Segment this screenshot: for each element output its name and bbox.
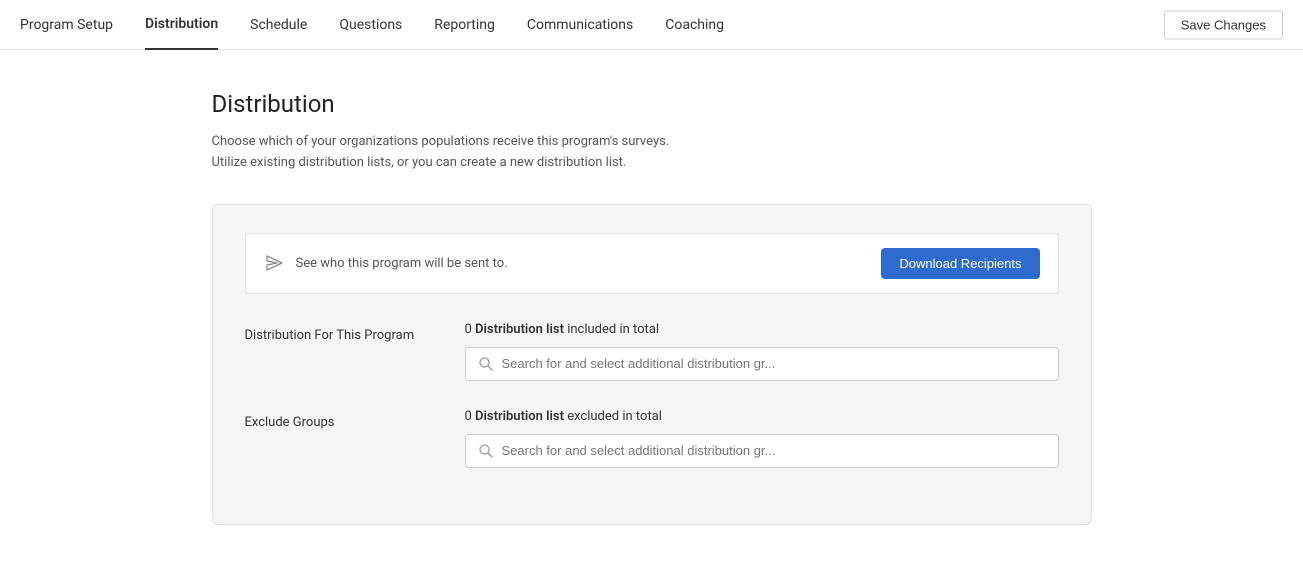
top-navigation: Program Setup Distribution Schedule Ques… (0, 0, 1303, 50)
exclude-section-content: 0 Distribution list excluded in total (465, 409, 1059, 468)
main-content: Distribution Choose which of your organi… (152, 50, 1152, 565)
distribution-search-wrapper[interactable] (465, 347, 1059, 381)
nav-communications[interactable]: Communications (527, 1, 633, 49)
download-row-text: See who this program will be sent to. (296, 256, 882, 271)
distribution-card: See who this program will be sent to. Do… (212, 204, 1092, 525)
exclude-section-row: Exclude Groups 0 Distribution list exclu… (245, 409, 1059, 468)
distribution-search-input[interactable] (502, 356, 1046, 371)
nav-schedule[interactable]: Schedule (250, 1, 307, 49)
nav-program-setup[interactable]: Program Setup (20, 1, 113, 49)
nav-reporting[interactable]: Reporting (434, 1, 495, 49)
download-recipients-button[interactable]: Download Recipients (881, 248, 1039, 279)
distribution-search-icon (478, 356, 494, 372)
distribution-count-label: 0 Distribution list included in total (465, 322, 1059, 337)
exclude-search-input[interactable] (502, 443, 1046, 458)
page-title: Distribution (212, 90, 1092, 118)
page-description: Choose which of your organizations popul… (212, 132, 1092, 174)
distribution-section-row: Distribution For This Program 0 Distribu… (245, 322, 1059, 381)
download-recipients-row: See who this program will be sent to. Do… (245, 233, 1059, 294)
save-changes-button[interactable]: Save Changes (1164, 10, 1283, 39)
nav-coaching[interactable]: Coaching (665, 1, 724, 49)
nav-questions[interactable]: Questions (339, 1, 402, 49)
exclude-section-label: Exclude Groups (245, 409, 465, 430)
exclude-count-label: 0 Distribution list excluded in total (465, 409, 1059, 424)
distribution-section-label: Distribution For This Program (245, 322, 465, 343)
send-icon (264, 253, 284, 273)
exclude-search-wrapper[interactable] (465, 434, 1059, 468)
nav-distribution[interactable]: Distribution (145, 0, 218, 50)
distribution-section-content: 0 Distribution list included in total (465, 322, 1059, 381)
exclude-search-icon (478, 443, 494, 459)
nav-items: Program Setup Distribution Schedule Ques… (20, 0, 1283, 50)
